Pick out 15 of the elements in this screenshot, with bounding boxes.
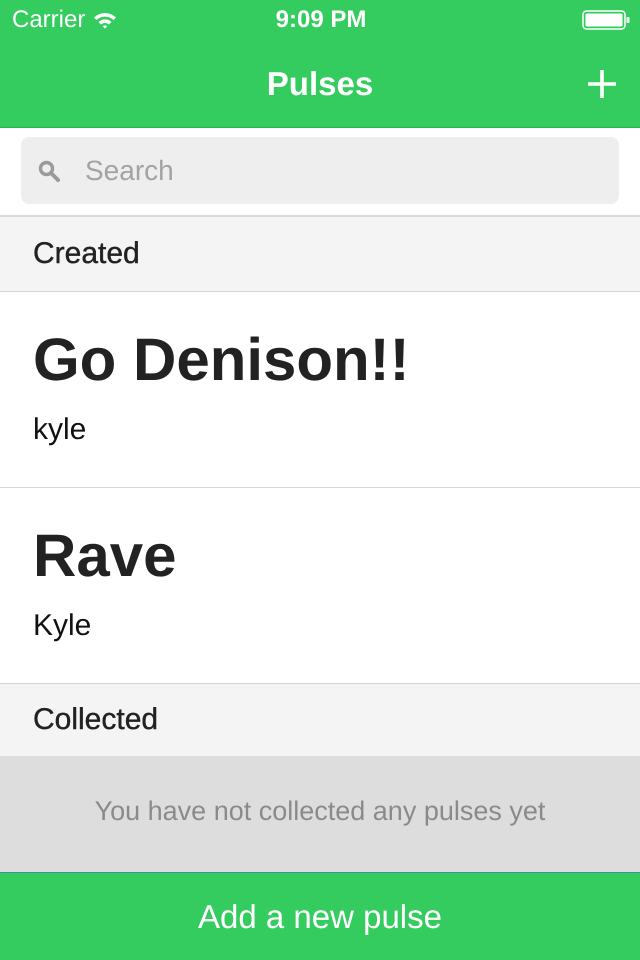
plus-icon [588, 70, 616, 98]
search-icon [38, 160, 60, 182]
section-title: Created [33, 237, 140, 271]
battery-icon [582, 10, 630, 30]
search-field[interactable]: Search [21, 137, 619, 204]
wifi-icon [93, 11, 118, 29]
section-title: Collected [33, 703, 158, 737]
pulse-title: Rave [33, 521, 176, 591]
pulse-title: Go Denison!! [33, 325, 410, 395]
nav-title: Pulses [266, 64, 374, 104]
status-time: 9:09 PM [276, 6, 366, 34]
carrier-label: Carrier [12, 6, 86, 34]
pulse-author: kyle [33, 412, 86, 448]
pulse-author: Kyle [33, 608, 92, 644]
empty-state-message: You have not collected any pulses yet [94, 796, 546, 827]
